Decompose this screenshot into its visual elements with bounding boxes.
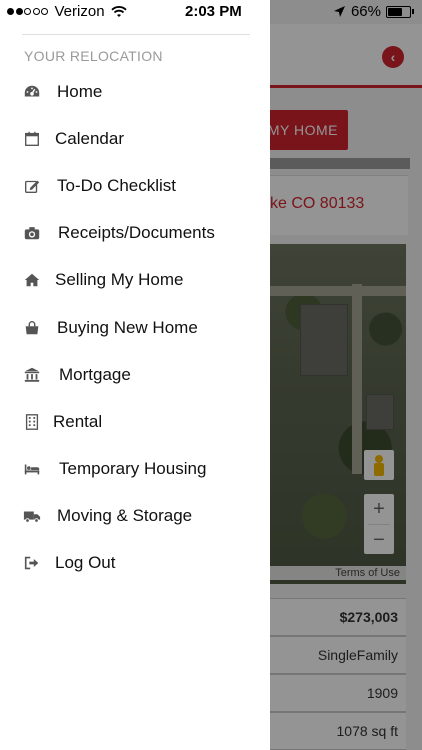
menu-item-calendar[interactable]: Calendar (0, 115, 270, 162)
menu-item-label: Calendar (55, 128, 124, 148)
menu-section-title: YOUR RELOCATION (24, 48, 163, 64)
battery-icon (386, 5, 411, 18)
sign-out-icon (22, 553, 42, 573)
menu-item-rental[interactable]: Rental (0, 398, 270, 445)
status-bar-right: 66% (333, 3, 414, 20)
status-bar-left: Verizon (7, 3, 127, 20)
menu-item-mortgage[interactable]: Mortgage (0, 351, 270, 398)
menu-item-buying-new-home[interactable]: Buying New Home (0, 304, 270, 351)
menu-item-label: Rental (53, 411, 103, 431)
bed-icon (22, 459, 42, 479)
side-menu: YOUR RELOCATION Home Calendar To-Do Chec… (0, 0, 270, 750)
menu-item-temporary-housing[interactable]: Temporary Housing (0, 446, 270, 493)
menu-item-label: Receipts/Documents (58, 223, 215, 243)
truck-icon (22, 506, 42, 526)
carrier-name: Verizon (54, 3, 105, 20)
battery-cap (412, 9, 414, 14)
menu-item-label: Moving & Storage (57, 506, 193, 526)
menu-item-label: Temporary Housing (59, 459, 207, 479)
menu-item-log-out[interactable]: Log Out (0, 540, 270, 587)
menu-item-label: To-Do Checklist (57, 175, 177, 195)
wifi-icon (110, 5, 127, 17)
battery-percent: 66% (350, 3, 381, 20)
status-bar: Verizon 2:03 PM 66% (0, 0, 422, 24)
menu-divider (22, 34, 250, 35)
menu-item-selling-my-home[interactable]: Selling My Home (0, 257, 270, 304)
menu-item-label: Mortgage (59, 364, 131, 384)
bank-icon (22, 365, 42, 385)
menu-item-home[interactable]: Home (0, 68, 270, 115)
menu-item-label: Home (57, 81, 103, 101)
house-icon (22, 270, 42, 290)
menu-item-label: Selling My Home (55, 270, 184, 290)
battery-level (388, 7, 402, 16)
edit-icon (22, 176, 42, 196)
signal-strength-icon (7, 8, 50, 15)
camera-icon (22, 223, 42, 243)
menu-list: Home Calendar To-Do Checklist Receipts/D… (0, 68, 270, 587)
calendar-icon (22, 129, 42, 149)
menu-item-receipts-documents[interactable]: Receipts/Documents (0, 210, 270, 257)
menu-item-label: Log Out (55, 553, 116, 573)
location-arrow-icon (333, 6, 345, 17)
menu-overlay-scrim[interactable] (270, 0, 422, 750)
menu-item-moving-storage[interactable]: Moving & Storage (0, 493, 270, 540)
clock: 2:03 PM (185, 3, 242, 20)
dashboard-icon (22, 82, 42, 102)
shopping-bag-icon (22, 318, 42, 338)
menu-item-todo-checklist[interactable]: To-Do Checklist (0, 162, 270, 209)
building-icon (22, 412, 42, 432)
menu-item-label: Buying New Home (57, 317, 198, 337)
